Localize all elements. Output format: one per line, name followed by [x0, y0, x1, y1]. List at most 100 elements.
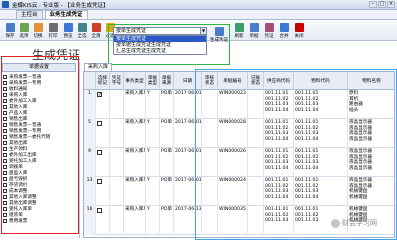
column-header[interactable]: 事务类型: [124, 72, 146, 90]
cell-source: PO单: [160, 119, 174, 148]
toolbar-button-2[interactable]: 切换: [31, 22, 45, 40]
cell-value: Y: [147, 178, 150, 183]
cell-value: PO单: [161, 91, 172, 96]
cell-value: Y: [147, 149, 150, 154]
cell-value: [111, 91, 122, 97]
toolbar-button-label: 预览: [63, 34, 73, 39]
app-logo-icon: [2, 1, 9, 8]
select-cell: [96, 206, 110, 235]
toolbar-button-0[interactable]: 保存: [3, 22, 17, 40]
toolbar-button-9[interactable]: 单据: [247, 22, 261, 40]
tab-purchase-inbound[interactable]: 采购入库: [84, 63, 113, 71]
cell-source: PO单: [160, 177, 174, 206]
toolbar-button-label: 选项: [19, 34, 29, 39]
voucher-icon: [264, 23, 274, 32]
row-number: 9: [84, 148, 96, 177]
toolbar-button-12[interactable]: 关闭: [292, 22, 306, 40]
cell-value: PO单: [161, 178, 172, 183]
row-number: 1: [84, 90, 96, 119]
cell-type: 采购入库单: [124, 177, 146, 206]
cell-value: 采购入库单: [125, 178, 146, 183]
tab-bar: 主控台 业务生成凭证: [0, 10, 397, 20]
cell-type: 采购入库单: [124, 90, 146, 119]
minimize-icon[interactable]: –: [369, 1, 377, 8]
cell-value: PO单: [161, 207, 172, 212]
cell-source: PO单: [160, 206, 174, 235]
row-number: 5: [84, 119, 96, 148]
toolbar-button-label: 单据: [249, 34, 259, 39]
cell-value: 采购入库单: [125, 149, 146, 154]
cell-voucher: [110, 90, 124, 119]
cell-value: [111, 178, 122, 184]
toolbar-button-label: 全选: [77, 34, 87, 39]
cell-value: [111, 207, 122, 213]
title-bar: 金蝶KIS云 · 专业版 - 【业务生成凭证】 – □ ×: [0, 0, 397, 10]
toolbar-button-6[interactable]: 全清: [89, 22, 103, 40]
maximize-icon[interactable]: □: [378, 1, 386, 8]
cell-value: Y: [147, 207, 150, 212]
cell-source: PO单: [160, 90, 174, 119]
merge-icon: [279, 23, 289, 32]
row-number: 16: [84, 206, 96, 235]
cell-kind: Y: [146, 206, 160, 235]
column-header[interactable]: 选择标记: [96, 72, 110, 90]
switch-icon: [33, 23, 43, 32]
tab-home[interactable]: 主控台: [16, 10, 43, 19]
row-number: 13: [84, 177, 96, 206]
cell-value: PO单: [161, 120, 172, 125]
toolbar-button-8[interactable]: 刷新: [232, 22, 246, 40]
toolbar-button-label: 打印: [48, 34, 58, 39]
cell-value: Y: [147, 120, 150, 125]
save-icon: [5, 23, 15, 32]
cell-kind: Y: [146, 148, 160, 177]
toolbar-button-1[interactable]: 选项: [17, 22, 31, 40]
cell-voucher: [110, 148, 124, 177]
cell-value: 采购入库单: [125, 207, 146, 212]
select-cell: [96, 119, 110, 148]
toolbar-button-label: 保存: [5, 34, 15, 39]
cell-voucher: [110, 119, 124, 148]
toolbar-button-10[interactable]: 凭证: [262, 22, 276, 40]
print-icon: [48, 23, 58, 32]
row-checkbox[interactable]: [97, 92, 102, 97]
window-title: 金蝶KIS云 · 专业版 - 【业务生成凭证】: [12, 2, 109, 9]
toolbar-button-label: 合并: [279, 34, 289, 39]
select-all-icon: [77, 23, 87, 32]
row-checkbox[interactable]: [97, 121, 102, 126]
row-checkbox[interactable]: [97, 179, 102, 184]
watermark: 财会学习网: [331, 218, 377, 228]
toolbar-button-11[interactable]: 合并: [277, 22, 291, 40]
close-window-icon[interactable]: ×: [387, 1, 395, 8]
toolbar-button-4[interactable]: 预览: [61, 22, 75, 40]
row-checkbox[interactable]: [97, 208, 102, 213]
column-header[interactable]: 凭证字号: [110, 72, 124, 90]
cell-kind: Y: [146, 177, 160, 206]
tab-voucher-generation[interactable]: 业务生成凭证: [44, 10, 88, 19]
highlight-green-box: [108, 24, 230, 65]
column-header[interactable]: 单据来源: [160, 72, 174, 90]
cell-voucher: [110, 177, 124, 206]
row-checkbox[interactable]: [97, 150, 102, 155]
toolbar-button-3[interactable]: 打印: [46, 22, 60, 40]
toolbar-button-label: 关闭: [294, 34, 304, 39]
toolbar-button-label: 凭证: [264, 34, 274, 39]
row-number-header: [84, 72, 96, 90]
cell-kind: Y: [146, 90, 160, 119]
cell-value: 采购入库单: [125, 91, 146, 96]
cell-value: [111, 149, 122, 155]
column-header[interactable]: 单据类型: [146, 72, 160, 90]
close-icon: [294, 23, 304, 32]
watermark-text: 财会学习网: [342, 219, 377, 227]
cell-value: PO单: [161, 149, 172, 154]
document-icon: [249, 23, 259, 32]
options-icon: [19, 23, 29, 32]
cell-kind: Y: [146, 119, 160, 148]
toolbar-button-label: 全清: [91, 34, 101, 39]
window-controls: – □ ×: [369, 1, 395, 8]
cell-value: [111, 120, 122, 126]
wechat-icon: [331, 218, 340, 228]
cell-voucher: [110, 206, 124, 235]
toolbar-button-5[interactable]: 全选: [75, 22, 89, 40]
cell-type: 采购入库单: [124, 119, 146, 148]
cell-type: 采购入库单: [124, 148, 146, 177]
